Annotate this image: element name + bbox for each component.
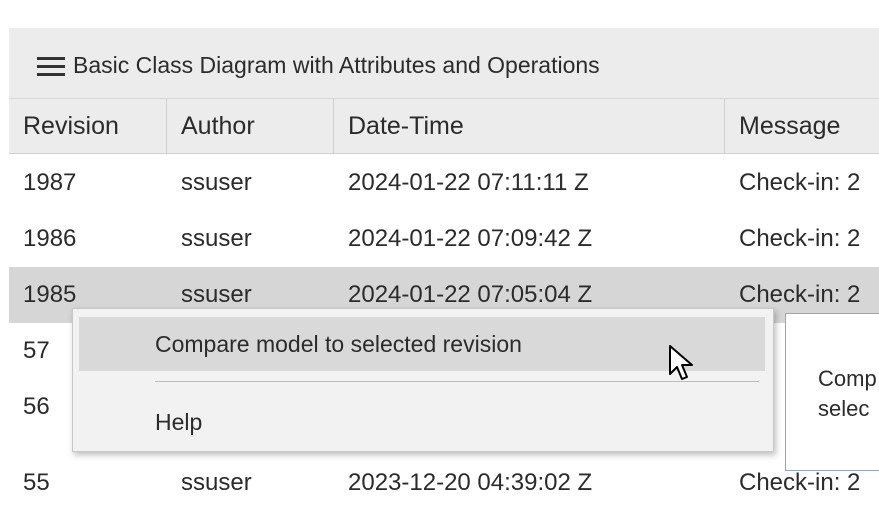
- mouse-pointer-icon: [669, 345, 693, 380]
- column-header-date-time[interactable]: Date-Time: [334, 99, 725, 153]
- diagram-title-bar: Basic Class Diagram with Attributes and …: [9, 28, 879, 99]
- date-time-cell: 2023-12-20 04:39:02 Z: [348, 469, 593, 496]
- column-header-revision[interactable]: Revision: [9, 99, 167, 153]
- diagram-title: Basic Class Diagram with Attributes and …: [73, 52, 600, 78]
- author-cell: ssuser: [181, 469, 252, 496]
- revision-cell: 1986: [23, 225, 77, 252]
- hamburger-line: [37, 57, 65, 60]
- hamburger-menu-icon[interactable]: [37, 57, 65, 77]
- author-cell: ssuser: [181, 225, 252, 252]
- tooltip-line: Comp: [818, 366, 877, 391]
- table-row[interactable]: 55 ssuser 2023-12-20 04:39:02 Z Check-in…: [9, 455, 879, 511]
- menu-item-compare-model[interactable]: Compare model to selected revision: [79, 317, 765, 371]
- table-header: Revision Author Date-Time Message: [9, 99, 879, 154]
- message-cell: Check-in: 2: [739, 169, 861, 196]
- message-cell: Check-in: 2: [739, 225, 861, 252]
- author-cell: ssuser: [181, 169, 252, 196]
- hamburger-line: [37, 65, 65, 68]
- hamburger-line: [37, 73, 65, 76]
- revision-cell: 1987: [23, 169, 77, 196]
- column-header-message[interactable]: Message: [725, 99, 879, 153]
- column-header-author[interactable]: Author: [167, 99, 334, 153]
- menu-item-help[interactable]: Help: [79, 395, 765, 449]
- tooltip-line: selec: [818, 396, 870, 421]
- top-strip: [0, 0, 879, 28]
- table-row[interactable]: 1986 ssuser 2024-01-22 07:09:42 Z Check-…: [9, 211, 879, 267]
- date-time-cell: 2024-01-22 07:11:11 Z: [348, 169, 589, 196]
- revision-cell: 55: [23, 469, 50, 496]
- table-row[interactable]: 1987 ssuser 2024-01-22 07:11:11 Z Check-…: [9, 155, 879, 211]
- date-time-cell: 2024-01-22 07:09:42 Z: [348, 225, 593, 252]
- tooltip: Comp selec: [785, 313, 879, 471]
